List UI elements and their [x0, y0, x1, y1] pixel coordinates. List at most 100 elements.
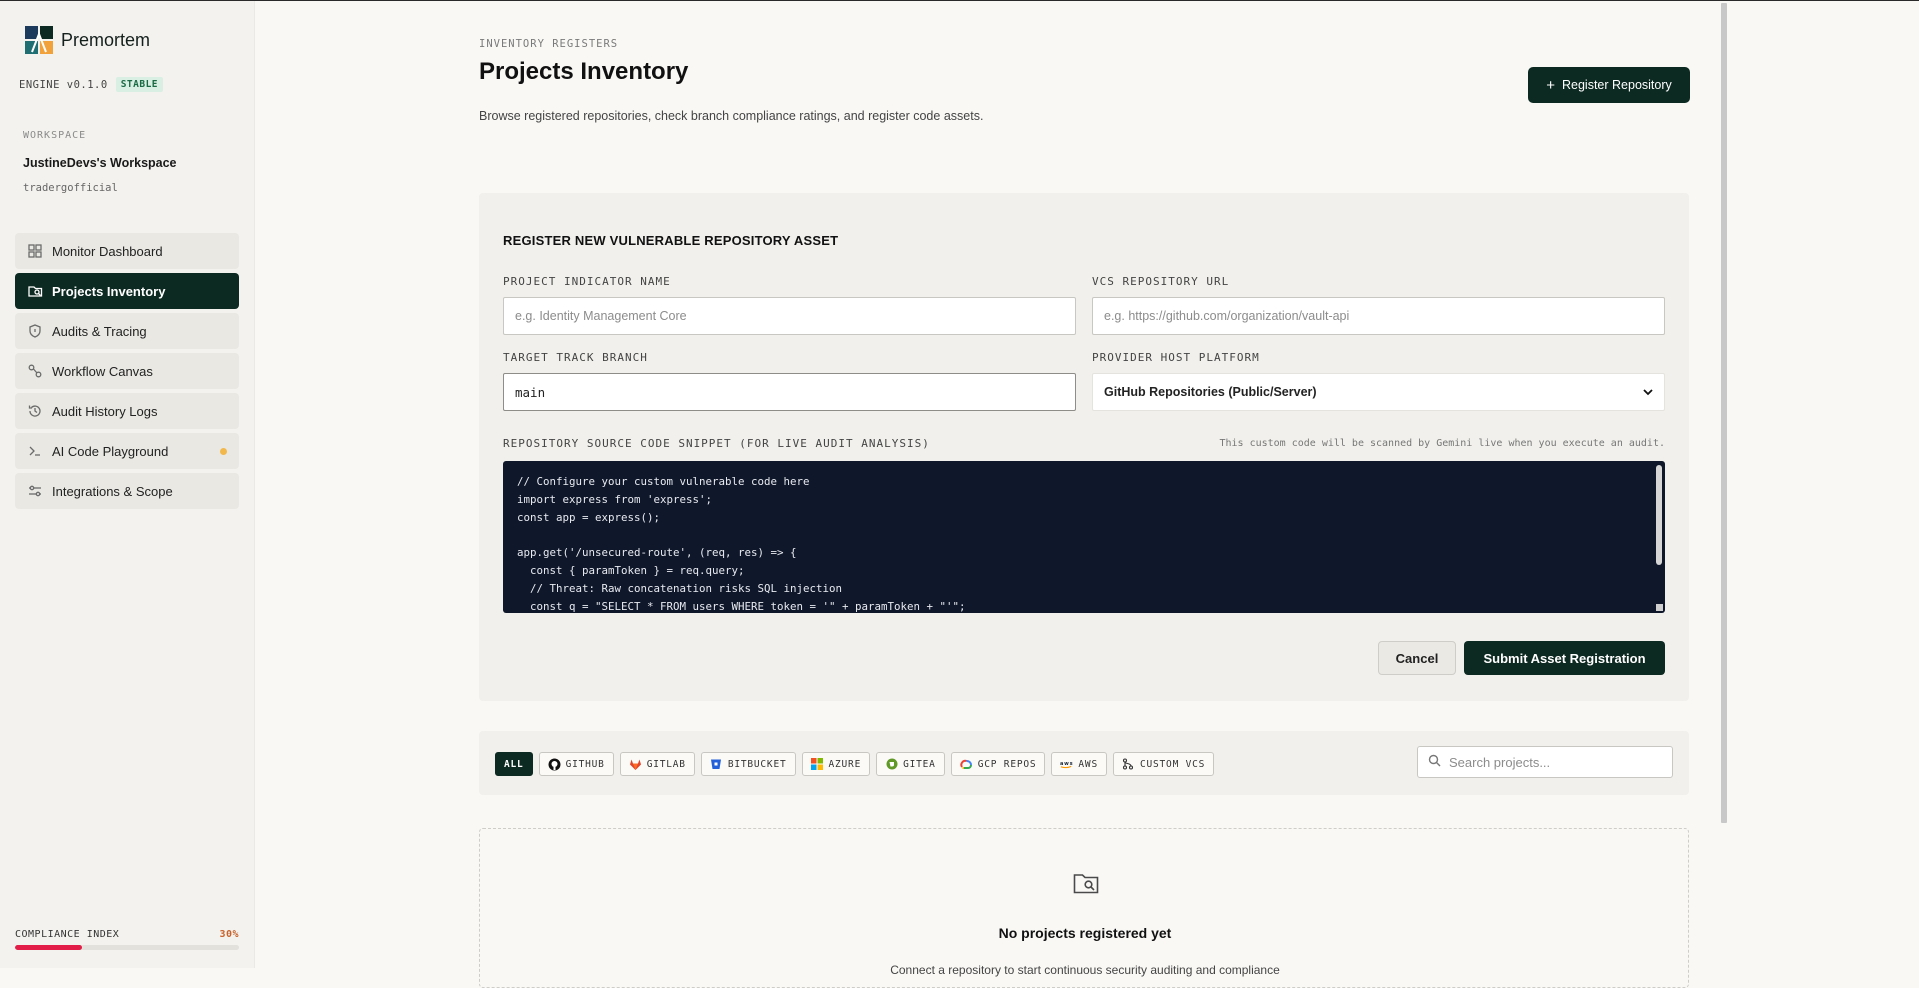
- provider-label: PROVIDER HOST PLATFORM: [1092, 351, 1260, 364]
- code-snippet-content: // Configure your custom vulnerable code…: [517, 475, 966, 613]
- grid-icon: [27, 243, 43, 259]
- vcs-url-input[interactable]: e.g. https://github.com/organization/vau…: [1092, 297, 1665, 335]
- code-snippet-hint: This custom code will be scanned by Gemi…: [1219, 438, 1665, 449]
- filter-chip-label: GCP REPOS: [977, 758, 1037, 770]
- search-placeholder: Search projects...: [1449, 754, 1551, 770]
- sidebar-item-label: Audit History Logs: [52, 403, 158, 419]
- code-snippet-editor[interactable]: // Configure your custom vulnerable code…: [503, 461, 1665, 613]
- top-border: [0, 0, 1919, 1]
- premortem-logo: [25, 26, 53, 54]
- compliance-index: COMPLIANCE INDEX 30%: [15, 929, 239, 950]
- project-name-input[interactable]: e.g. Identity Management Core: [503, 297, 1076, 335]
- filter-chip-custom-vcs[interactable]: CUSTOM VCS: [1112, 752, 1215, 776]
- sidebar-item-label: Projects Inventory: [52, 283, 166, 299]
- vcs-url-label: VCS REPOSITORY URL: [1092, 275, 1230, 288]
- page-title: Projects Inventory: [479, 58, 689, 85]
- page-scrollbar[interactable]: [1721, 3, 1727, 823]
- project-name-label: PROJECT INDICATOR NAME: [503, 275, 671, 288]
- chevron-down-icon: [1643, 385, 1653, 399]
- sidebar-item-integrations-scope[interactable]: Integrations & Scope: [15, 473, 239, 509]
- workspace-name[interactable]: JustineDevs's Workspace: [23, 156, 177, 170]
- sidebar-item-workflow-canvas[interactable]: Workflow Canvas: [15, 353, 239, 389]
- gcp-icon: [960, 758, 973, 771]
- github-icon: [548, 758, 561, 771]
- shield-icon: [27, 323, 43, 339]
- workspace-label: WORKSPACE: [23, 130, 87, 141]
- sidebar: Premortem ENGINE v0.1.0 STABLE WORKSPACE…: [0, 1, 255, 968]
- sidebar-item-audit-history-logs[interactable]: Audit History Logs: [15, 393, 239, 429]
- page-eyebrow: INVENTORY REGISTERS: [479, 38, 619, 50]
- sidebar-item-label: Audits & Tracing: [52, 323, 147, 339]
- cancel-button[interactable]: Cancel: [1378, 641, 1456, 675]
- submit-asset-registration-button[interactable]: Submit Asset Registration: [1464, 641, 1665, 675]
- app-name: Premortem: [61, 29, 151, 50]
- aws-icon: aws: [1060, 758, 1073, 771]
- sliders-icon: [27, 483, 43, 499]
- compliance-label: COMPLIANCE INDEX: [15, 929, 120, 940]
- sidebar-item-projects-inventory[interactable]: Projects Inventory: [15, 273, 239, 309]
- empty-state-title: No projects registered yet: [998, 925, 1172, 941]
- branch-input[interactable]: main: [503, 373, 1076, 411]
- azure-icon: [811, 758, 824, 771]
- gitea-icon: [885, 758, 898, 771]
- form-title: REGISTER NEW VULNERABLE REPOSITORY ASSET: [503, 233, 839, 248]
- filter-chip-github[interactable]: GITHUB: [538, 752, 614, 776]
- sidebar-item-label: AI Code Playground: [52, 443, 169, 459]
- filter-chip-label: AZURE: [828, 758, 862, 770]
- sidebar-item-ai-code-playground[interactable]: AI Code Playground: [15, 433, 239, 469]
- terminal-icon: [27, 443, 43, 459]
- sidebar-nav: Monitor Dashboard Projects Inventory Aud…: [15, 233, 239, 513]
- filter-chip-azure[interactable]: AZURE: [801, 752, 871, 776]
- engine-status-badge: STABLE: [115, 77, 164, 92]
- page-subtitle: Browse registered repositories, check br…: [479, 109, 984, 123]
- editor-resize-handle[interactable]: [1656, 604, 1663, 611]
- filter-chip-aws[interactable]: aws AWS: [1051, 752, 1107, 776]
- bitbucket-icon: [710, 758, 723, 771]
- register-repository-button[interactable]: + Register Repository: [1529, 68, 1689, 102]
- search-icon: [1428, 754, 1441, 770]
- filter-chip-gitlab[interactable]: GITLAB: [619, 752, 695, 776]
- sidebar-item-label: Workflow Canvas: [52, 363, 153, 379]
- sidebar-item-label: Integrations & Scope: [52, 483, 173, 499]
- filter-chip-all[interactable]: ALL: [495, 752, 533, 776]
- workspace-user: tradergofficial: [23, 182, 118, 194]
- filter-chip-gcp-repos[interactable]: GCP REPOS: [950, 752, 1046, 776]
- editor-scrollbar[interactable]: [1656, 465, 1662, 565]
- filter-chip-label: GITHUB: [565, 758, 605, 770]
- register-repository-label: Register Repository: [1562, 78, 1672, 92]
- empty-state-subtitle: Connect a repository to start continuous…: [890, 963, 1280, 977]
- filter-chip-label: ALL: [504, 758, 524, 770]
- folder-search-icon: [27, 283, 43, 299]
- notification-dot: [220, 448, 227, 455]
- sidebar-item-label: Monitor Dashboard: [52, 243, 163, 259]
- engine-version-text: ENGINE v0.1.0: [19, 78, 108, 91]
- filter-chip-label: CUSTOM VCS: [1139, 758, 1206, 770]
- gitlab-icon: [629, 758, 642, 771]
- provider-filter-bar: ALL GITHUB GITLAB BITBUCKET AZURE GITEA …: [479, 731, 1689, 795]
- filter-chip-label: GITLAB: [646, 758, 686, 770]
- nodes-icon: [27, 363, 43, 379]
- history-icon: [27, 403, 43, 419]
- compliance-value: 30%: [219, 929, 239, 940]
- sidebar-item-audits-tracing[interactable]: Audits & Tracing: [15, 313, 239, 349]
- provider-filters: ALL GITHUB GITLAB BITBUCKET AZURE GITEA …: [495, 752, 1215, 776]
- branch-label: TARGET TRACK BRANCH: [503, 351, 648, 364]
- filter-chip-label: BITBUCKET: [727, 758, 787, 770]
- code-snippet-label: REPOSITORY SOURCE CODE SNIPPET (FOR LIVE…: [503, 437, 930, 450]
- svg-text:aws: aws: [1060, 761, 1073, 767]
- brand[interactable]: Premortem: [24, 25, 150, 55]
- provider-selected-value: GitHub Repositories (Public/Server): [1104, 385, 1317, 399]
- filter-chip-label: AWS: [1078, 758, 1098, 770]
- filter-chip-gitea[interactable]: GITEA: [876, 752, 945, 776]
- sidebar-item-monitor-dashboard[interactable]: Monitor Dashboard: [15, 233, 239, 269]
- compliance-progress-bar: [15, 945, 239, 950]
- plus-icon: +: [1546, 76, 1555, 94]
- provider-select[interactable]: GitHub Repositories (Public/Server): [1092, 373, 1665, 411]
- engine-version: ENGINE v0.1.0 STABLE: [19, 77, 164, 92]
- compliance-progress-fill: [15, 945, 83, 950]
- git-branch-icon: [1122, 758, 1135, 771]
- filter-chip-bitbucket[interactable]: BITBUCKET: [700, 752, 796, 776]
- filter-chip-label: GITEA: [903, 758, 936, 770]
- search-input[interactable]: Search projects...: [1417, 746, 1673, 778]
- register-asset-form: REGISTER NEW VULNERABLE REPOSITORY ASSET…: [479, 193, 1689, 701]
